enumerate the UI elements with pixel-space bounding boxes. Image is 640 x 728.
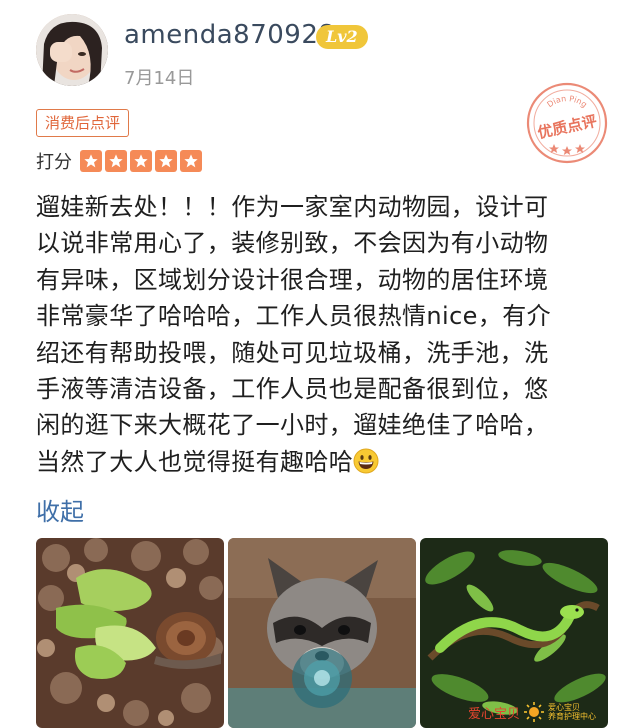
watermark-small-top: 爱心宝贝 — [548, 703, 581, 712]
star-icon — [180, 150, 202, 172]
username[interactable]: amenda870928 — [124, 20, 335, 50]
review-content: 遛娃新去处！！！作为一家室内动物园，设计可 以说非常用心了，装修别致，不会因为有… — [36, 189, 608, 480]
watermark-brand-text: 爱心宝贝 — [468, 706, 521, 722]
photo-snail-lettuce[interactable] — [36, 538, 224, 728]
svg-text:Dian Ping: Dian Ping — [545, 94, 588, 109]
quality-review-stamp: Dian Ping 优质点评 — [524, 80, 610, 166]
star-icon — [130, 150, 152, 172]
rating-row: 打分 — [36, 146, 202, 176]
review-line: 有异味，区域划分设计很合理，动物的居住环境 — [36, 265, 549, 294]
stamp-top-text: Dian Ping — [545, 94, 588, 109]
review-line: 以说非常用心了，装修别致，不会因为有小动物 — [36, 229, 549, 258]
review-line-text: 当然了大人也觉得挺有趣哈哈 — [36, 447, 354, 476]
review-date: 7月14日 — [124, 68, 195, 89]
watermark-small-text: 爱心宝贝 养育护理中心 — [548, 703, 596, 721]
review-line: 遛娃新去处！！！作为一家室内动物园，设计可 — [36, 193, 549, 221]
collapse-link[interactable]: 收起 — [36, 492, 84, 527]
review-line: 绍还有帮助投喂，随处可见垃圾桶，洗手池，洗 — [36, 338, 549, 367]
brand-watermark: 爱心宝贝 爱心宝贝 养育护理中心 — [468, 700, 596, 724]
watermark-small-bottom: 养育护理中心 — [548, 712, 597, 721]
review-line: 手液等清洁设备，工作人员也是配备很到位，悠 — [36, 375, 549, 404]
star-icon — [155, 150, 177, 172]
consumed-review-tag: 消费后点评 — [36, 109, 130, 137]
grinning-face-emoji-icon — [353, 448, 379, 474]
photo-raccoon[interactable] — [228, 538, 416, 728]
review-line-last: 当然了大人也觉得挺有趣哈哈 — [36, 444, 608, 480]
review-line: 非常豪华了哈哈哈，工作人员很热情nice，有介 — [36, 302, 552, 331]
star-icon — [105, 150, 127, 172]
star-rating — [80, 150, 202, 172]
level-badge: Lv2 — [316, 25, 368, 49]
sun-logo-icon — [524, 702, 545, 722]
star-icon — [80, 150, 102, 172]
avatar[interactable] — [36, 14, 108, 86]
stamp-main-text: 优质点评 — [536, 112, 598, 142]
review-line: 闲的逛下来大概花了一小时，遛娃绝佳了哈哈， — [36, 411, 549, 440]
rating-label: 打分 — [36, 152, 72, 173]
